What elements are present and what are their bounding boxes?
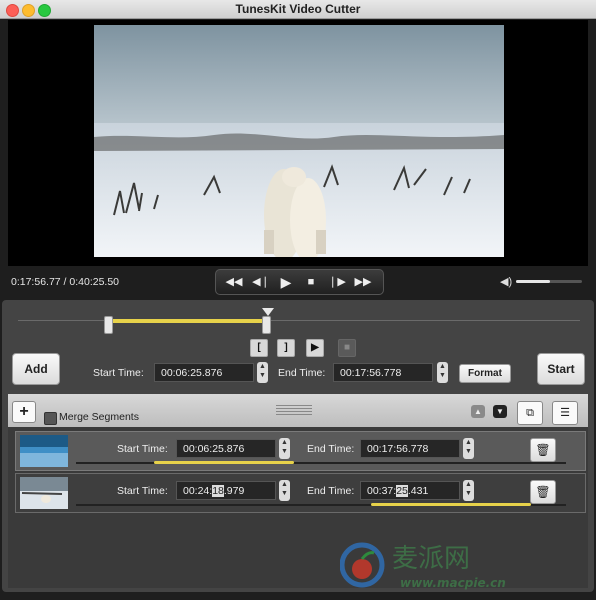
segment-thumbnail-image — [20, 477, 68, 509]
panel-grip[interactable] — [276, 405, 312, 417]
folder-icon[interactable]: ⧉ — [517, 401, 543, 425]
segment-thumbnail-image — [20, 435, 68, 467]
segment-end-label: End Time: — [307, 443, 355, 455]
start-time-stepper[interactable]: ▲ ▼ — [257, 362, 268, 383]
segment-end-field[interactable]: 00:17:56.778 — [360, 439, 460, 458]
step-back-icon[interactable]: ◀❘ — [250, 273, 272, 291]
segment-end-field[interactable]: 00:37:25.431 — [360, 481, 460, 500]
trash-icon[interactable]: 🗑 — [530, 480, 556, 504]
list-icon[interactable]: ☰ — [552, 401, 578, 425]
segment-start-stepper[interactable]: ▲ ▼ — [279, 480, 290, 501]
mark-in-icon[interactable]: [ — [250, 339, 268, 357]
segment-end-stepper[interactable]: ▲ ▼ — [463, 438, 474, 459]
segment-track — [76, 462, 566, 464]
move-down-icon[interactable]: ▼ — [493, 405, 507, 418]
start-button[interactable]: Start — [537, 353, 585, 385]
playback-controls: ◀◀ ◀❘ ▶ ■ ❘▶ ▶▶ — [215, 269, 384, 295]
selection-end-handle[interactable] — [261, 316, 271, 334]
segment-thumbnail — [20, 477, 68, 509]
format-button[interactable]: Format — [459, 364, 511, 383]
volume-fill — [516, 280, 550, 283]
segment-end-hours-minutes: 00:37: — [367, 485, 397, 497]
segment-start-millis: .979 — [223, 485, 245, 497]
start-time-label: Start Time: — [93, 367, 144, 379]
segment-end-stepper[interactable]: ▲ ▼ — [463, 480, 474, 501]
play-icon[interactable]: ▶ — [275, 273, 297, 291]
skip-back-icon[interactable]: ◀◀ — [223, 273, 245, 291]
timeline-track[interactable] — [18, 320, 580, 321]
end-time-label: End Time: — [278, 367, 326, 379]
trash-icon[interactable]: 🗑 — [530, 438, 556, 462]
segment-thumbnail — [20, 435, 68, 467]
segment-range — [153, 461, 294, 464]
plus-icon[interactable]: + — [12, 401, 36, 423]
watermark-logo: 麦派网 www.macpie.cn — [339, 542, 506, 590]
merge-segments-label: Merge Segments — [59, 411, 139, 423]
video-preview — [8, 20, 588, 266]
segment-start-field[interactable]: 00:24:18.979 — [176, 481, 276, 500]
record-icon[interactable]: ■ — [338, 339, 356, 357]
preview-icon[interactable]: ▶ — [306, 339, 324, 357]
add-button[interactable]: Add — [12, 353, 60, 385]
video-frame — [94, 25, 504, 257]
segment-range — [370, 503, 531, 506]
playhead[interactable] — [262, 308, 274, 316]
segment-end-label: End Time: — [307, 485, 355, 497]
volume-slider[interactable] — [516, 280, 582, 283]
volume-icon[interactable]: ◀) — [500, 275, 512, 288]
watermark-title: 麦派网 — [392, 544, 470, 574]
stop-icon[interactable]: ■ — [300, 273, 322, 291]
video-frame-image — [94, 25, 504, 257]
segment-end-millis: .431 — [407, 485, 429, 497]
mark-out-icon[interactable]: ] — [277, 339, 295, 357]
segment-start-selected-seconds: 18 — [212, 485, 224, 497]
window-title: TunesKit Video Cutter — [235, 2, 361, 16]
segment-start-hours-minutes: 00:24: — [183, 485, 213, 497]
end-time-field[interactable]: 00:17:56.778 — [333, 363, 433, 382]
merge-segments-checkbox[interactable] — [44, 412, 57, 425]
start-time-field[interactable]: 00:06:25.876 — [154, 363, 254, 382]
watermark-url: www.macpie.cn — [400, 576, 506, 590]
step-forward-icon[interactable]: ❘▶ — [326, 273, 348, 291]
segment-end-selected-seconds: 25 — [396, 485, 408, 497]
segment-start-field[interactable]: 00:06:25.876 — [176, 439, 276, 458]
segment-row[interactable]: Start Time: 00:24:18.979 ▲ ▼ End Time: 00… — [15, 473, 586, 513]
segment-row[interactable]: Start Time: 00:06:25.876 ▲ ▼ End Time: 00… — [15, 431, 586, 471]
segment-start-stepper[interactable]: ▲ ▼ — [279, 438, 290, 459]
skip-forward-icon[interactable]: ▶▶ — [352, 273, 374, 291]
title-bar: TunesKit Video Cutter — [0, 0, 596, 19]
selection-bar — [110, 319, 265, 323]
time-display: 0:17:56.77 / 0:40:25.50 — [11, 276, 120, 288]
end-time-stepper[interactable]: ▲ ▼ — [437, 362, 448, 383]
segment-start-label: Start Time: — [117, 485, 168, 497]
move-up-icon[interactable]: ▲ — [471, 405, 485, 418]
selection-range[interactable] — [104, 316, 271, 334]
segment-start-label: Start Time: — [117, 443, 168, 455]
watermark: 麦派网 www.macpie.cn — [339, 535, 590, 593]
selection-start-handle[interactable] — [104, 316, 114, 334]
